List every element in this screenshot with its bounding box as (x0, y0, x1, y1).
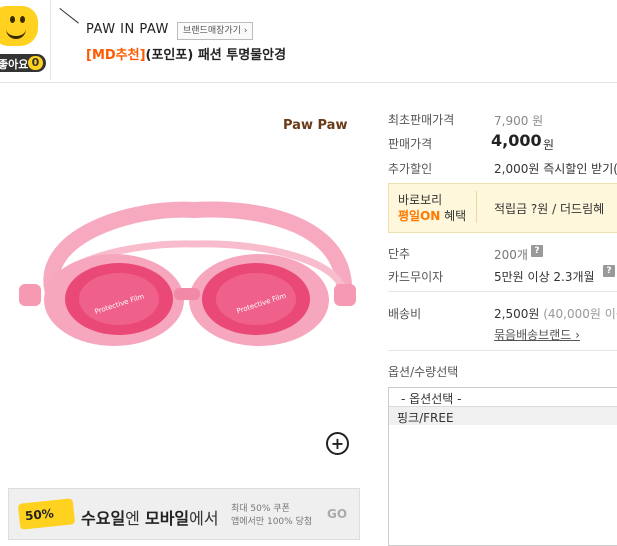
brand-name[interactable]: PAW IN PAW (86, 22, 169, 37)
product-title: [MD추천](포인포) 패션 투명물안경 (86, 44, 286, 63)
shipping-value-row: 2,500원 (40,000원 이상 (494, 305, 617, 322)
bundle-shipping-link[interactable]: 묶음배송브랜드 › (494, 326, 580, 343)
info-divider-1 (388, 291, 617, 292)
option-select[interactable]: - 옵션선택 - (389, 388, 617, 407)
option-item-text: 핑크/FREE (397, 411, 454, 425)
help-icon-card[interactable]: ? (603, 265, 615, 277)
unit-value: 200개 (494, 248, 528, 262)
like-count-badge: 0 (28, 56, 43, 70)
info-divider-2 (388, 350, 617, 351)
baro-divider (476, 191, 477, 223)
banner-wednesday: 수요일 (81, 509, 126, 528)
product-title-text: (포인포) 패션 투명물안경 (145, 48, 287, 63)
option-label: 옵션/수량선택 (388, 365, 459, 379)
shipping-fee: 2,500원 (494, 307, 540, 321)
like-face-icon (0, 6, 38, 46)
like-widget[interactable]: 좋아요 0 (0, 0, 51, 80)
banner-mobile: 모바일 (144, 509, 190, 528)
banner-sub-app: 앱에서만 100% 당첨 (231, 517, 313, 527)
min-price-label: 최초판매가격 (388, 113, 455, 127)
extra-discount-link[interactable]: 2,000원 즉시할인 받기( (494, 160, 617, 177)
coupon-badge-icon: 50% (17, 498, 76, 530)
baro-weekday-highlight: 평일ON (398, 209, 441, 223)
unit-label: 단추 (388, 247, 411, 261)
mobile-wednesday-banner[interactable]: 50% 수요일엔 모바일에서 최대 50% 쿠폰 앱에서만 100% 당첨 GO (8, 488, 360, 540)
banner-sub-coupon: 최대 50% 쿠폰 (231, 504, 290, 514)
brand-store-button[interactable]: 브랜드매장가기 › (177, 22, 254, 40)
baro-subtitle: 평일ON 혜택 (398, 207, 466, 224)
card-label: 카드무이자 (388, 270, 444, 284)
banner-mid: 엔 (125, 509, 145, 528)
option-item-pink[interactable]: 핑크/FREE (389, 407, 617, 425)
baro-benefit-text: 혜택 (440, 209, 467, 223)
sale-price-value: 4,000 (491, 131, 542, 150)
banner-main-text: 수요일엔 모바일에서 (81, 505, 219, 529)
brand-logo: Paw Paw (283, 118, 348, 133)
shipping-note: (40,000원 이상 (543, 307, 617, 321)
md-pick-tag: [MD추천] (86, 48, 146, 63)
sale-price-unit: 원 (543, 138, 555, 152)
help-icon-unit[interactable]: ? (531, 245, 543, 257)
baro-points: 적립금 ?원 / 더드림혜 (494, 202, 605, 216)
extra-discount-label: 추가할인 (388, 162, 433, 176)
zoom-plus-icon[interactable]: + (326, 432, 349, 455)
option-select-text: - 옵션선택 - (401, 392, 462, 406)
goggles-image: Protective Film Protective Film (19, 201, 356, 346)
shipping-label: 배송비 (388, 307, 422, 321)
min-price-value: 7,900 원 (494, 114, 544, 128)
product-header (0, 0, 617, 83)
banner-go-button[interactable]: GO (327, 507, 347, 521)
sale-price-label: 판매가격 (388, 137, 433, 151)
like-label: 좋아요 (0, 58, 29, 71)
banner-suffix: 에서 (189, 509, 219, 528)
baro-title: 바로보리 (398, 193, 443, 207)
card-value: 5만원 이상 2.3개월 (494, 270, 595, 284)
